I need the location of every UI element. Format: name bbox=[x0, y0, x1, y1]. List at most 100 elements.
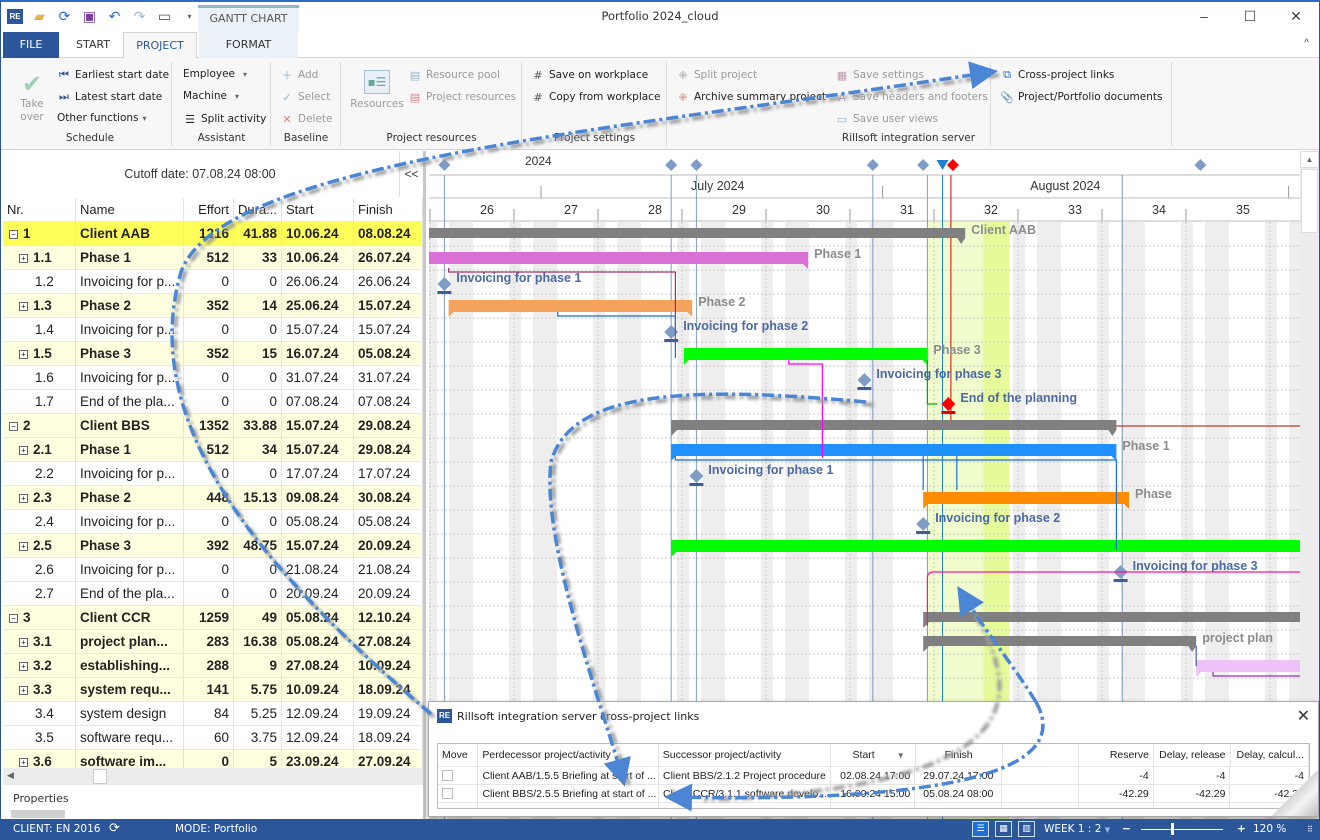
undo-icon[interactable]: ↶ bbox=[106, 8, 123, 25]
open-folder-icon[interactable]: ▰ bbox=[31, 8, 48, 25]
machine-dropdown[interactable]: Machine ▾ bbox=[183, 90, 239, 102]
resource-pool-button[interactable]: ▤ Resource pool bbox=[408, 68, 500, 82]
scroll-thumb[interactable] bbox=[1301, 169, 1318, 233]
col-reserve[interactable]: Reserve bbox=[1079, 744, 1154, 766]
grid-view-icon[interactable]: ▦ bbox=[995, 821, 1012, 837]
expand-icon[interactable]: + bbox=[19, 350, 28, 359]
resources-button[interactable]: ▪☰ Resources bbox=[346, 70, 408, 111]
zoom-slider-track[interactable] bbox=[1141, 829, 1223, 830]
project-documents-button[interactable]: 📎 Project/Portfolio documents bbox=[1000, 90, 1162, 104]
link-row[interactable]: Client AAB/1.5.5 Briefing at start of ..… bbox=[438, 767, 1309, 785]
table-row[interactable]: +3.2 establishing... 288 9 27.08.24 10.09.24 bbox=[3, 654, 423, 678]
tab-format[interactable]: FORMAT bbox=[199, 32, 298, 58]
scroll-up-icon[interactable]: ▲ bbox=[1300, 151, 1319, 168]
expand-icon[interactable]: + bbox=[19, 662, 28, 671]
split-activity-button[interactable]: ☰ Split activity bbox=[183, 112, 266, 126]
take-over-button[interactable]: ✔ Take over bbox=[15, 70, 49, 124]
table-row[interactable]: 2.6 Invoicing for p... 0 0 21.08.24 21.08.24 bbox=[3, 558, 423, 582]
table-row[interactable]: 1.6 Invoicing for p... 0 0 31.07.24 31.07.24 bbox=[3, 366, 423, 390]
zoom-slider-thumb[interactable] bbox=[1171, 823, 1174, 835]
col-predecessor[interactable]: Perdecessor project/activity bbox=[478, 744, 659, 766]
expand-icon[interactable]: + bbox=[19, 542, 28, 551]
add-baseline-button[interactable]: ＋ Add bbox=[280, 68, 319, 82]
refresh-icon[interactable]: ⟳ bbox=[56, 8, 73, 25]
table-row[interactable]: +3.3 system requ... 141 5.75 10.09.24 18.09.2… bbox=[3, 678, 423, 702]
sync-icon[interactable]: ⟳ bbox=[109, 821, 120, 836]
expand-icon[interactable]: + bbox=[19, 638, 28, 647]
week-scale[interactable]: WEEK 1 : 2 ▼ bbox=[1044, 823, 1110, 835]
zoom-out-button[interactable]: − bbox=[1122, 823, 1131, 835]
delete-baseline-button[interactable]: ✕ Delete bbox=[280, 112, 332, 126]
save-on-workplace-button[interactable]: # Save on workplace bbox=[531, 68, 648, 82]
latest-start-date-button[interactable]: ⏭ Latest start date bbox=[57, 90, 162, 104]
earliest-start-date-button[interactable]: ⏮ Earliest start date bbox=[57, 68, 169, 82]
table-row[interactable]: 3.5 software requ... 60 3.75 12.09.24 18.09.2… bbox=[3, 726, 423, 750]
save-user-views-button[interactable]: ▭ Save user views bbox=[835, 112, 938, 126]
table-row[interactable]: +3.1 project plan... 283 16.38 05.08.24 27.08… bbox=[3, 630, 423, 654]
gantt-view-icon[interactable]: ☰ bbox=[972, 821, 989, 837]
table-row[interactable]: −3 Client CCR 1259 49 05.08.24 12.10.24 bbox=[3, 606, 423, 630]
col-move[interactable]: Move bbox=[438, 744, 479, 766]
expand-icon[interactable]: + bbox=[19, 302, 28, 311]
collapse-icon[interactable]: − bbox=[9, 422, 18, 431]
zoom-in-button[interactable]: + bbox=[1237, 823, 1246, 835]
archive-summary-project-button[interactable]: ⁜ Archive summary project bbox=[676, 90, 826, 104]
col-finish[interactable]: Finish bbox=[354, 198, 423, 221]
collapse-icon[interactable]: − bbox=[9, 230, 18, 239]
split-project-button[interactable]: ⁜ Split project bbox=[676, 68, 757, 82]
table-row[interactable]: −2 Client BBS 1352 33.88 15.07.24 29.08.24 bbox=[3, 414, 423, 438]
move-checkbox[interactable] bbox=[442, 788, 453, 799]
collapse-ribbon-icon[interactable]: ^ bbox=[1304, 38, 1309, 49]
cross-project-links-button[interactable]: ⧉ Cross-project links bbox=[1000, 68, 1114, 82]
redo-icon[interactable]: ↷ bbox=[131, 8, 148, 25]
minimize-button[interactable]: – bbox=[1181, 2, 1227, 30]
col-successor[interactable]: Successor project/activity bbox=[659, 744, 831, 766]
col-start[interactable]: Start ▼ bbox=[831, 744, 916, 766]
tab-start[interactable]: START bbox=[63, 32, 123, 58]
chart-view-icon[interactable]: ▥ bbox=[1018, 821, 1035, 837]
col-name[interactable]: Name bbox=[76, 198, 184, 221]
resize-grip-icon[interactable]: ⠿ bbox=[1307, 825, 1313, 834]
move-checkbox[interactable] bbox=[442, 770, 453, 781]
scroll-thumb[interactable] bbox=[93, 769, 107, 784]
table-row[interactable]: +2.5 Phase 3 392 48.75 15.07.24 20.09.24 bbox=[3, 534, 423, 558]
horizontal-scrollbar[interactable]: ◀ bbox=[3, 768, 423, 785]
col-start[interactable]: Start bbox=[282, 198, 354, 221]
copy-from-workplace-button[interactable]: # Copy from workplace bbox=[531, 90, 660, 104]
select-baseline-button[interactable]: ✓ Select bbox=[280, 90, 330, 104]
table-row[interactable]: +1.5 Phase 3 352 15 16.07.24 05.08.24 bbox=[3, 342, 423, 366]
table-row[interactable]: +2.1 Phase 1 512 34 15.07.24 29.08.24 bbox=[3, 438, 423, 462]
table-row[interactable]: 2.4 Invoicing for p... 0 0 05.08.24 05.08.24 bbox=[3, 510, 423, 534]
table-row[interactable]: 1.4 Invoicing for p... 0 0 15.07.24 15.07.24 bbox=[3, 318, 423, 342]
app-logo-icon[interactable]: RE bbox=[7, 9, 23, 24]
maximize-button[interactable]: ☐ bbox=[1227, 2, 1273, 30]
col-duration[interactable]: Dura... bbox=[234, 198, 282, 221]
col-delay-calculated[interactable]: Delay, calcul... bbox=[1231, 744, 1309, 766]
close-button[interactable]: ✕ bbox=[1273, 2, 1319, 30]
expand-icon[interactable]: + bbox=[19, 254, 28, 263]
table-row[interactable]: 1.2 Invoicing for p... 0 0 26.06.24 26.06.24 bbox=[3, 270, 423, 294]
col-finish[interactable]: Finish bbox=[916, 744, 1003, 766]
table-row[interactable]: 3.4 system design 84 5.25 12.09.24 19.09.24 bbox=[3, 702, 423, 726]
expand-icon[interactable]: + bbox=[19, 494, 28, 503]
save-icon[interactable]: ▣ bbox=[81, 8, 98, 25]
save-headers-footers-button[interactable]: A Save headers and footers bbox=[835, 90, 988, 104]
table-row[interactable]: −1 Client AAB 1216 41.88 10.06.24 08.08.24 bbox=[3, 222, 423, 246]
project-resources-button[interactable]: ▤ Project resources bbox=[408, 90, 516, 104]
expand-icon[interactable]: + bbox=[19, 758, 28, 767]
expand-icon[interactable]: + bbox=[19, 446, 28, 455]
properties-tab[interactable]: Properties bbox=[13, 792, 69, 805]
col-effort[interactable]: Effort bbox=[184, 198, 234, 221]
col-delay-release[interactable]: Delay, release bbox=[1154, 744, 1231, 766]
employee-dropdown[interactable]: Employee ▾ bbox=[183, 68, 247, 80]
table-row[interactable]: +1.1 Phase 1 512 33 10.06.24 26.07.24 bbox=[3, 246, 423, 270]
tab-file[interactable]: FILE bbox=[3, 32, 59, 58]
table-row[interactable]: 2.7 End of the pla... 0 0 20.09.24 20.09.24 bbox=[3, 582, 423, 606]
table-row[interactable]: 1.7 End of the pla... 0 0 07.08.24 07.08.24 bbox=[3, 390, 423, 414]
save-settings-button[interactable]: ▦ Save settings bbox=[835, 68, 924, 82]
dialog-close-button[interactable]: ✕ bbox=[1297, 706, 1310, 726]
col-nr[interactable]: Nr. bbox=[3, 198, 76, 221]
tab-project[interactable]: PROJECT bbox=[123, 32, 197, 59]
table-row[interactable]: +2.3 Phase 2 448 15.13 09.08.24 30.08.24 bbox=[3, 486, 423, 510]
scroll-left-icon[interactable]: ◀ bbox=[7, 770, 14, 781]
